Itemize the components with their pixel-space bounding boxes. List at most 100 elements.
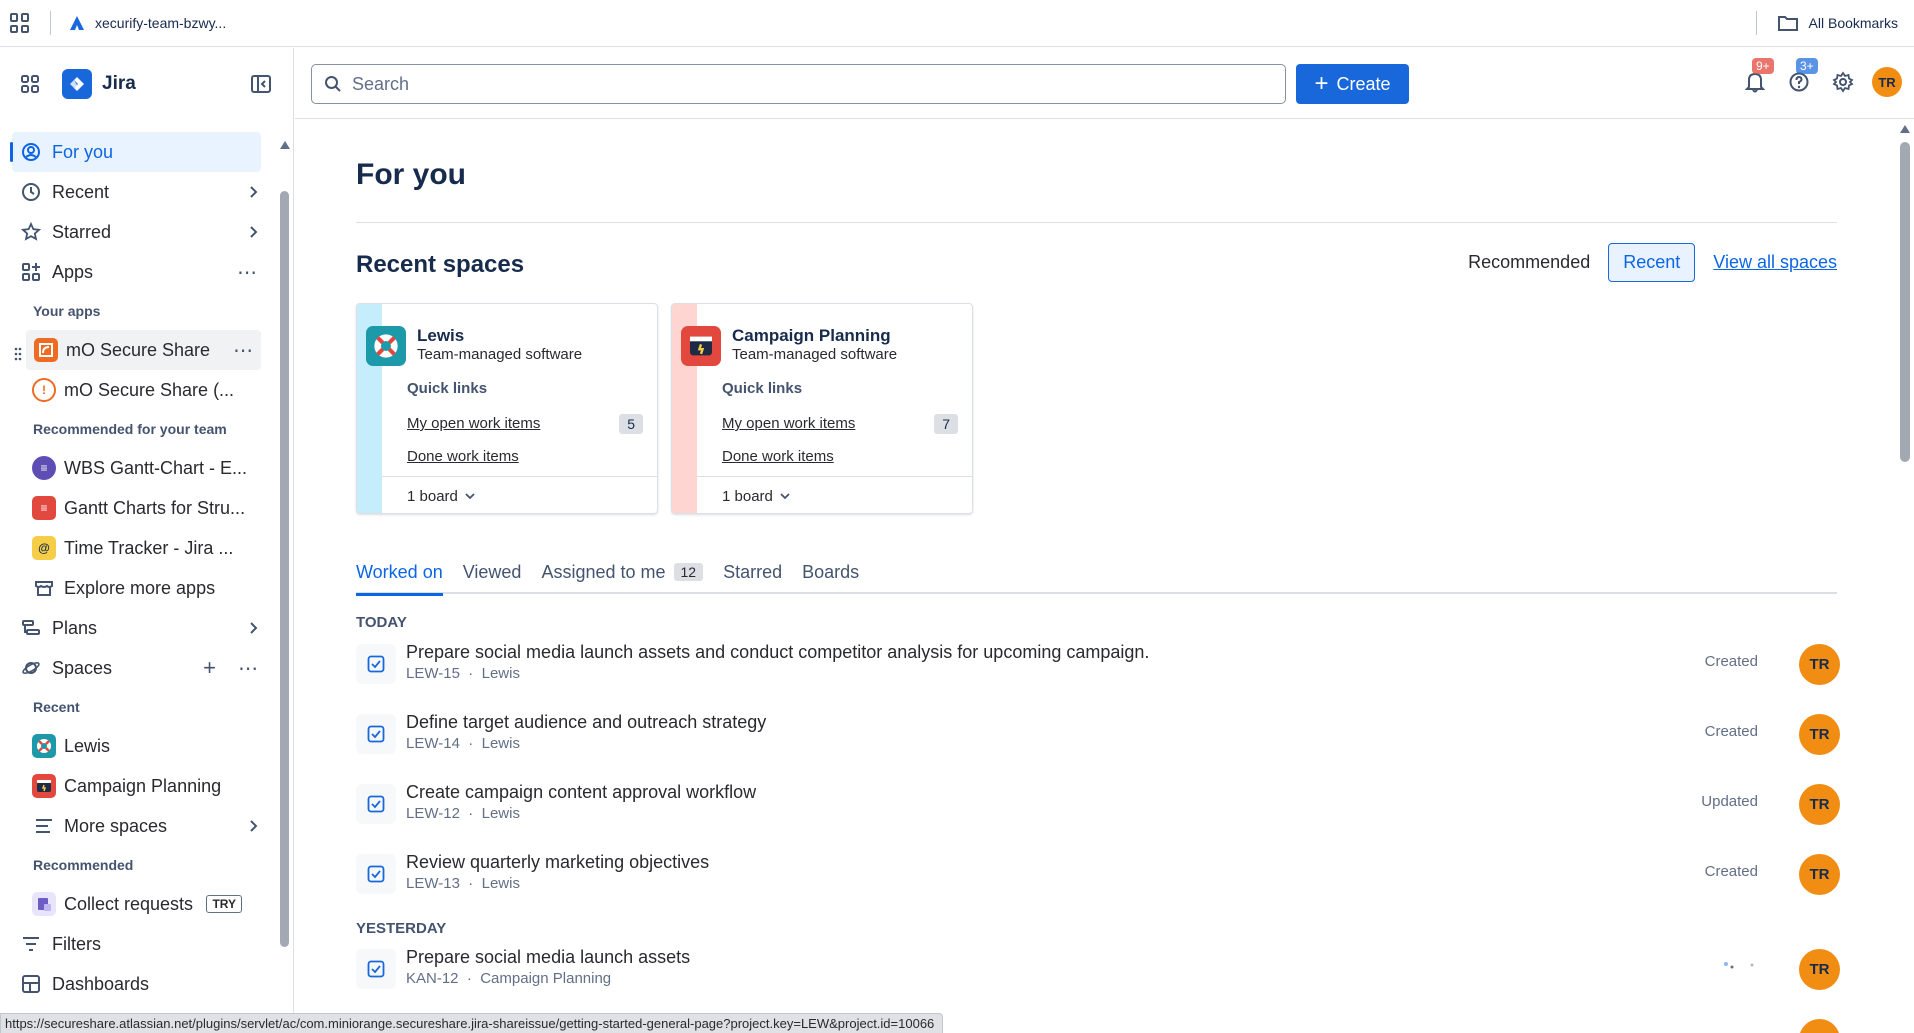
- recent-toggle[interactable]: Recent: [1608, 243, 1696, 282]
- scroll-up-icon[interactable]: [1900, 125, 1910, 133]
- app-switcher-icon[interactable]: [20, 74, 40, 94]
- scrollbar-thumb[interactable]: [280, 191, 289, 947]
- sidebar-item-starred[interactable]: Starred: [0, 212, 280, 252]
- bookmark-jira[interactable]: xecurify-team-bzwy...: [69, 15, 226, 31]
- sidebar-item-label: Campaign Planning: [64, 775, 222, 796]
- work-item-row[interactable]: Prepare social media launch assets KAN-1…: [356, 941, 1840, 1001]
- my-open-work-items-link[interactable]: My open work items: [407, 415, 540, 432]
- more-icon[interactable]: ⋯: [233, 330, 253, 370]
- notifications-button[interactable]: 9+: [1740, 58, 1774, 100]
- all-bookmarks-button[interactable]: All Bookmarks: [1755, 11, 1898, 35]
- recommended-toggle[interactable]: Recommended: [1468, 252, 1590, 273]
- more-icon[interactable]: ⋯: [237, 252, 258, 292]
- boards-dropdown[interactable]: 1 board: [382, 476, 657, 513]
- tab-worked-on[interactable]: Worked on: [356, 550, 443, 596]
- my-open-work-items-link[interactable]: My open work items: [722, 415, 855, 432]
- help-button[interactable]: 3+: [1784, 58, 1818, 100]
- more-icon[interactable]: ⋯: [238, 656, 258, 681]
- sidebar-nav: For you Recent Starred Apps ⋯ Your apps …: [0, 132, 280, 1004]
- chevron-right-icon[interactable]: [248, 819, 258, 833]
- tab-label: Viewed: [462, 561, 522, 582]
- quick-links-label: Quick links: [722, 380, 803, 397]
- avatar[interactable]: TR: [1799, 784, 1840, 825]
- avatar[interactable]: TR: [1799, 714, 1840, 755]
- sidebar-item-recent[interactable]: Recent: [0, 172, 280, 212]
- browser-apps-icon[interactable]: [10, 13, 30, 33]
- create-button[interactable]: + Create: [1296, 64, 1409, 104]
- done-work-items-link[interactable]: Done work items: [722, 448, 834, 465]
- product-name[interactable]: Jira: [102, 73, 136, 95]
- chevron-right-icon[interactable]: [248, 225, 258, 239]
- spaces-icon: [20, 657, 42, 679]
- work-item-action: Created: [1704, 863, 1758, 880]
- wbs-gantt-app-icon: ≡: [32, 456, 56, 480]
- sidebar-item-mo-secure-share[interactable]: mO Secure Share ⋯: [26, 330, 261, 370]
- work-item-row[interactable]: Define target audience and outreach stra…: [356, 706, 1840, 766]
- sidebar-item-filters[interactable]: Filters: [0, 924, 280, 964]
- settings-button[interactable]: [1828, 64, 1858, 100]
- avatar[interactable]: TR: [1799, 949, 1840, 990]
- sidebar-item-apps[interactable]: Apps ⋯: [0, 252, 280, 292]
- space-type: Team-managed software: [732, 346, 898, 363]
- sidebar-item-campaign-planning[interactable]: Campaign Planning: [0, 766, 280, 806]
- chevron-right-icon[interactable]: [248, 621, 258, 635]
- work-item-title[interactable]: Prepare social media launch assets: [406, 947, 690, 968]
- browser-bookmarks-bar: xecurify-team-bzwy... All Bookmarks: [0, 0, 1914, 47]
- tab-assigned-to-me[interactable]: Assigned to me 12: [541, 550, 704, 594]
- work-item-row[interactable]: Create campaign content approval workflo…: [356, 776, 1840, 836]
- tab-starred[interactable]: Starred: [723, 550, 782, 594]
- collapse-sidebar-icon[interactable]: [250, 74, 272, 94]
- sidebar-item-spaces[interactable]: Spaces + ⋯: [0, 648, 280, 688]
- work-item-row[interactable]: Review quarterly marketing objectives LE…: [356, 846, 1840, 906]
- sidebar-item-more-spaces[interactable]: More spaces: [0, 806, 280, 846]
- assigned-count: 12: [673, 563, 704, 581]
- work-item-title[interactable]: Prepare social media launch assets and c…: [406, 642, 1149, 663]
- space-card-lewis[interactable]: Lewis Team-managed software Quick links …: [356, 303, 658, 514]
- work-item-title[interactable]: Create campaign content approval workflo…: [406, 782, 756, 803]
- meta-separator: ·: [468, 665, 474, 682]
- work-item-key: KAN-12: [406, 970, 459, 987]
- tab-label: Starred: [723, 561, 783, 582]
- work-item-title[interactable]: Review quarterly marketing objectives: [406, 852, 709, 873]
- chevron-down-icon: [465, 493, 475, 500]
- done-work-items-link[interactable]: Done work items: [407, 448, 519, 465]
- chevron-right-icon[interactable]: [248, 185, 258, 199]
- boards-dropdown[interactable]: 1 board: [697, 476, 972, 513]
- space-name[interactable]: Lewis: [417, 326, 464, 346]
- sidebar-item-lewis[interactable]: Lewis: [0, 726, 280, 766]
- sidebar-item-wbs-gantt[interactable]: ≡ WBS Gantt-Chart - E...: [0, 448, 280, 488]
- view-all-spaces-link[interactable]: View all spaces: [1713, 252, 1837, 273]
- sidebar-item-collect-requests[interactable]: Collect requests TRY: [0, 884, 280, 924]
- sidebar: Jira For you Recent Starred Apps ⋯ Your …: [0, 48, 294, 1033]
- work-item-row[interactable]: Prepare social media launch assets and c…: [356, 636, 1840, 696]
- tab-boards[interactable]: Boards: [802, 550, 859, 594]
- main-scrollbar[interactable]: [1900, 125, 1910, 1033]
- sidebar-item-time-tracker[interactable]: @ Time Tracker - Jira ...: [0, 528, 280, 568]
- profile-avatar[interactable]: TR: [1872, 67, 1902, 97]
- collect-requests-icon: [32, 892, 56, 916]
- scrollbar-thumb[interactable]: [1900, 142, 1910, 462]
- add-icon[interactable]: +: [203, 655, 216, 681]
- sidebar-item-plans[interactable]: Plans: [0, 608, 280, 648]
- sidebar-item-mo-secure-share-2[interactable]: ! mO Secure Share (...: [0, 370, 280, 410]
- avatar[interactable]: TR: [1799, 644, 1840, 685]
- sidebar-item-explore-apps[interactable]: Explore more apps: [0, 568, 280, 608]
- space-name[interactable]: Campaign Planning: [732, 326, 891, 346]
- sidebar-item-for-you[interactable]: For you: [10, 132, 261, 172]
- drag-handle-icon[interactable]: [14, 347, 22, 361]
- space-card-campaign-planning[interactable]: Campaign Planning Team-managed software …: [671, 303, 973, 514]
- meta-separator: ·: [468, 805, 474, 822]
- tab-label: Worked on: [356, 561, 443, 582]
- sidebar-item-dashboards[interactable]: Dashboards: [0, 964, 280, 1004]
- tab-viewed[interactable]: Viewed: [463, 550, 522, 594]
- sidebar-item-gantt-charts[interactable]: ≡ Gantt Charts for Stru...: [0, 488, 280, 528]
- avatar[interactable]: TR: [1799, 854, 1840, 895]
- scroll-up-icon[interactable]: [280, 141, 290, 149]
- search-box[interactable]: [311, 64, 1286, 104]
- jira-logo-icon[interactable]: [62, 69, 92, 99]
- work-item-action: Created: [1704, 653, 1758, 670]
- sidebar-item-label: WBS Gantt-Chart - E...: [64, 457, 248, 478]
- work-item-title[interactable]: Define target audience and outreach stra…: [406, 712, 766, 733]
- sidebar-scrollbar[interactable]: [280, 141, 290, 947]
- search-input[interactable]: [352, 73, 1252, 95]
